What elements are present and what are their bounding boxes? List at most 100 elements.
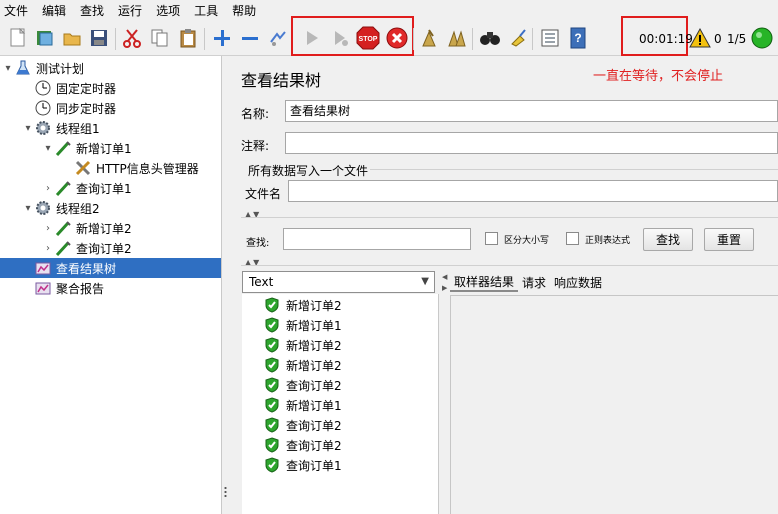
flask-icon [14, 59, 32, 77]
success-shield-icon [265, 297, 279, 313]
expand-toggle[interactable]: ▾ [22, 203, 34, 214]
save-icon[interactable] [87, 26, 111, 50]
tree-label: 线程组2 [56, 201, 100, 216]
clear-all-icon[interactable] [445, 26, 469, 50]
expand-toggle[interactable]: ▾ [2, 63, 14, 74]
search-icon[interactable] [478, 26, 502, 50]
expand-toggle[interactable]: › [42, 243, 54, 254]
search-button[interactable]: 查找 [643, 228, 693, 251]
reset-button[interactable]: 重置 [704, 228, 754, 251]
gear-icon [34, 199, 52, 217]
menu-options[interactable]: 选项 [156, 0, 180, 22]
expand-icon[interactable] [210, 26, 234, 50]
listener-icon [34, 279, 52, 297]
result-item[interactable]: 新增订单2 [264, 335, 342, 355]
tree-node-sampler[interactable]: ▾ 新增订单1 [42, 138, 132, 158]
tree-label: 新增订单2 [76, 221, 132, 236]
new-icon[interactable] [6, 26, 30, 50]
start-icon[interactable] [300, 26, 324, 50]
sampler-icon [54, 179, 72, 197]
tree-node-sampler[interactable]: › 新增订单2 [42, 218, 132, 238]
listener-icon [34, 259, 52, 277]
expand-toggle[interactable]: › [42, 223, 54, 234]
result-item[interactable]: 新增订单2 [264, 355, 342, 375]
success-shield-icon [265, 397, 279, 413]
expand-toggle[interactable]: › [42, 183, 54, 194]
case-sensitive-label: 区分大小写 [504, 236, 550, 246]
tools-icon [74, 159, 92, 177]
renderer-value: Text [249, 275, 274, 289]
shutdown-icon[interactable] [385, 26, 409, 50]
tree-node-sampler[interactable]: › 查询订单2 [42, 238, 132, 258]
warning-icon[interactable] [688, 26, 712, 50]
timer-icon [34, 99, 52, 117]
search-label: 查找: [246, 238, 270, 249]
tab-request[interactable]: 请求 [518, 274, 550, 291]
clear-icon[interactable] [417, 26, 441, 50]
expand-toggle[interactable]: ▾ [42, 143, 54, 154]
case-sensitive-checkbox[interactable] [485, 232, 498, 245]
menu-help[interactable]: 帮助 [232, 0, 256, 22]
regex-checkbox[interactable] [566, 232, 579, 245]
start-no-pause-icon[interactable] [328, 26, 352, 50]
test-plan-tree: ▾ 测试计划 固定定时器 同步定时器 ▾ 线程组1 ▾ 新增订单1 HTTP信息… [0, 56, 222, 514]
expand-toggle[interactable]: ▾ [22, 123, 34, 134]
panel-splitter[interactable] [222, 56, 230, 514]
warning-count: 0 [714, 32, 722, 46]
page-title: 查看结果树 [241, 71, 322, 90]
search-input[interactable] [283, 228, 471, 250]
menu-run[interactable]: 运行 [118, 0, 142, 22]
tree-node-aggregate-report[interactable]: 聚合报告 [22, 278, 104, 298]
result-item[interactable]: 查询订单1 [264, 455, 342, 475]
name-field[interactable]: 查看结果树 [285, 100, 778, 122]
file-group-label: 所有数据写入一个文件 [248, 164, 369, 178]
result-item[interactable]: 查询订单2 [264, 375, 342, 395]
stop-label: STOP [359, 36, 378, 43]
menu-tools[interactable]: 工具 [194, 0, 218, 22]
tab-sampler-result[interactable]: 取样器结果 [450, 273, 519, 292]
cut-icon[interactable] [120, 26, 144, 50]
filename-field[interactable] [288, 180, 778, 202]
success-shield-icon [265, 337, 279, 353]
templates-icon[interactable] [33, 26, 57, 50]
collapse-icon[interactable] [238, 26, 262, 50]
tree-node-view-results-tree[interactable]: 查看结果树 [0, 258, 221, 278]
stop-icon[interactable]: STOP [355, 26, 381, 50]
tree-node-test-plan[interactable]: ▾ 测试计划 [2, 58, 84, 78]
timer-icon [34, 79, 52, 97]
function-helper-icon[interactable] [538, 26, 562, 50]
tree-node-constant-timer[interactable]: 固定定时器 [22, 78, 116, 98]
menu-edit[interactable]: 编辑 [42, 0, 66, 22]
tree-node-header-manager[interactable]: HTTP信息头管理器 [62, 158, 199, 178]
tree-node-sync-timer[interactable]: 同步定时器 [22, 98, 116, 118]
tree-node-thread-group-2[interactable]: ▾ 线程组2 [22, 198, 100, 218]
paste-icon[interactable] [176, 26, 200, 50]
running-indicator-icon [750, 26, 774, 50]
tab-response-data[interactable]: 响应数据 [550, 274, 606, 291]
filename-label: 文件名 [245, 187, 282, 201]
comment-field[interactable] [285, 132, 778, 154]
annotation-note: 一直在等待，不会停止 [593, 69, 724, 84]
results-splitter[interactable]: ◀ ▶ [439, 271, 450, 514]
sampler-icon [54, 139, 72, 157]
result-item[interactable]: 新增订单1 [264, 315, 342, 335]
result-item[interactable]: 新增订单1 [264, 395, 342, 415]
result-item[interactable]: 查询订单2 [264, 435, 342, 455]
menu-file[interactable]: 文件 [4, 0, 28, 22]
success-shield-icon [265, 377, 279, 393]
menu-search[interactable]: 查找 [80, 0, 104, 22]
tree-node-sampler[interactable]: › 查询订单1 [42, 178, 132, 198]
help-icon[interactable]: ? [566, 26, 590, 50]
success-shield-icon [265, 437, 279, 453]
tree-node-thread-group-1[interactable]: ▾ 线程组1 [22, 118, 100, 138]
reset-search-icon[interactable] [506, 26, 530, 50]
detail-tabs: 取样器结果 请求 响应数据 [450, 271, 606, 293]
results-list: 新增订单2 新增订单1 新增订单2 新增订单2 查询订单2 新增订单1 查询订单… [242, 294, 439, 514]
open-icon[interactable] [60, 26, 84, 50]
sampler-icon [54, 239, 72, 257]
result-item[interactable]: 新增订单2 [264, 295, 342, 315]
copy-icon[interactable] [148, 26, 172, 50]
toggle-icon[interactable] [266, 26, 290, 50]
result-item[interactable]: 查询订单2 [264, 415, 342, 435]
renderer-select[interactable]: Text ▼ [242, 271, 435, 293]
